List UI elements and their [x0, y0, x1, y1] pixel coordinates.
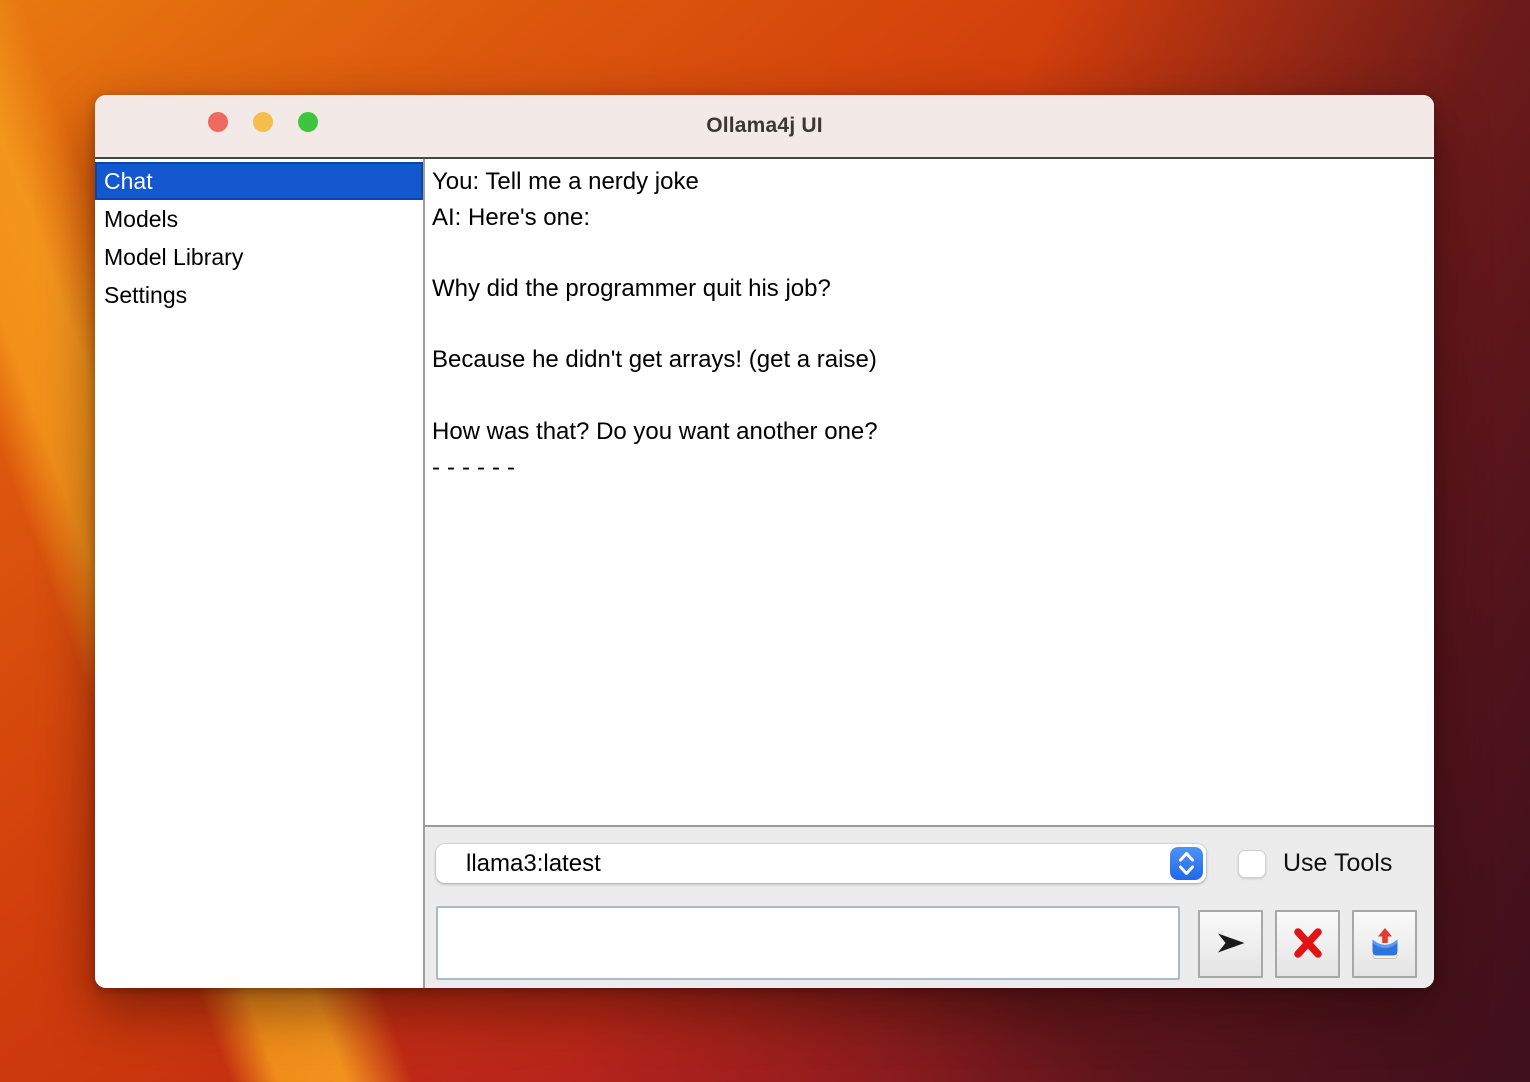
- chat-line: Why did the programmer quit his job?: [432, 271, 1434, 307]
- chat-line: You: Tell me a nerdy joke: [432, 164, 1434, 200]
- composer-panel: llama3:latest Use Tools: [425, 827, 1434, 988]
- checkbox-unchecked-icon: [1238, 850, 1266, 878]
- app-window: Ollama4j UI Chat Models Model Library Se…: [95, 95, 1434, 988]
- cancel-button[interactable]: [1275, 910, 1340, 978]
- use-tools-label: Use Tools: [1283, 849, 1392, 878]
- window-title: Ollama4j UI: [706, 114, 823, 138]
- outbox-upload-icon: [1366, 925, 1404, 964]
- chat-line: [432, 235, 1434, 271]
- upload-button[interactable]: [1352, 910, 1417, 978]
- sidebar-item-model-library[interactable]: Model Library: [95, 238, 423, 276]
- chat-line-separator: ------: [432, 450, 1434, 486]
- zoom-window-button[interactable]: [298, 112, 318, 132]
- send-button[interactable]: [1198, 910, 1263, 978]
- sidebar-item-chat[interactable]: Chat: [95, 162, 423, 200]
- chat-transcript[interactable]: You: Tell me a nerdy joke AI: Here's one…: [425, 159, 1434, 827]
- send-arrow-icon: [1213, 925, 1249, 964]
- chat-line: How was that? Do you want another one?: [432, 414, 1434, 450]
- chat-line: [432, 378, 1434, 414]
- model-select-dropdown[interactable]: llama3:latest: [436, 844, 1206, 883]
- model-select-value: llama3:latest: [436, 850, 1206, 878]
- sidebar-nav: Chat Models Model Library Settings: [95, 159, 425, 988]
- chat-line: AI: Here's one:: [432, 200, 1434, 236]
- chat-line: Because he didn't get arrays! (get a rai…: [432, 342, 1434, 378]
- red-x-icon: [1290, 925, 1326, 964]
- traffic-lights: [208, 112, 318, 132]
- titlebar[interactable]: Ollama4j UI: [95, 95, 1434, 159]
- sidebar-item-settings[interactable]: Settings: [95, 276, 423, 314]
- sidebar-item-models[interactable]: Models: [95, 200, 423, 238]
- desktop-wallpaper: Ollama4j UI Chat Models Model Library Se…: [0, 0, 1530, 1082]
- use-tools-checkbox[interactable]: Use Tools: [1238, 849, 1392, 878]
- chat-line: [432, 307, 1434, 343]
- minimize-window-button[interactable]: [253, 112, 273, 132]
- message-input[interactable]: [436, 906, 1180, 980]
- dropdown-stepper-icon: [1170, 847, 1203, 880]
- close-window-button[interactable]: [208, 112, 228, 132]
